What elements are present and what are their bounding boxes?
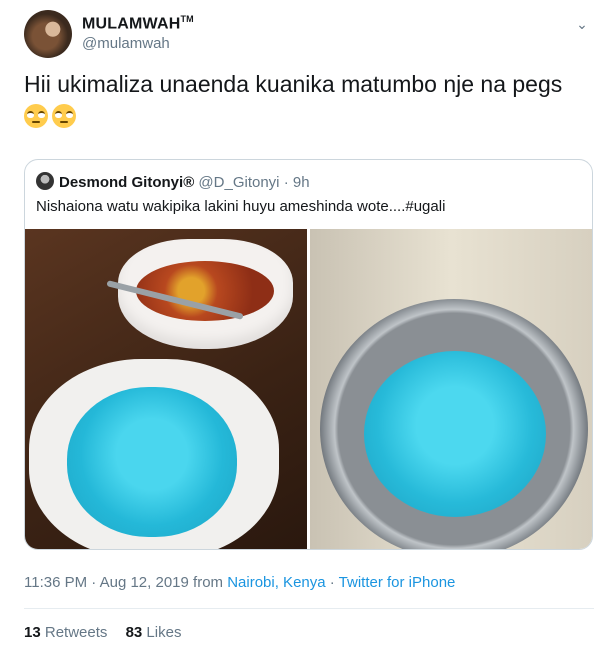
photo-blue-rice-pot[interactable] [310, 229, 592, 549]
tweet-time[interactable]: 11:36 PM [24, 574, 87, 591]
tweet-location-link[interactable]: Nairobi, Kenya [227, 574, 325, 591]
display-name-text: MULAMWAH [82, 15, 181, 33]
quoted-handle: @D_Gitonyi [198, 174, 280, 191]
likes-stat[interactable]: 83 Likes [126, 624, 182, 641]
photo-blue-rice-bowl[interactable] [25, 229, 307, 549]
meta-from: from [193, 574, 224, 591]
user-avatar[interactable] [24, 10, 72, 58]
user-handle[interactable]: @mulamwah [82, 35, 194, 52]
user-names: MULAMWAHTM @mulamwah [82, 14, 194, 52]
quoted-photos [25, 229, 592, 549]
divider [24, 608, 594, 609]
quoted-badge: ® [183, 174, 195, 191]
emoji-row [24, 100, 594, 128]
tweet-text: Hii ukimaliza unaenda kuanika matumbo nj… [24, 71, 563, 97]
likes-count: 83 [125, 624, 143, 641]
retweets-count: 13 [24, 624, 41, 641]
pot-image [320, 299, 588, 549]
quoted-time: · 9h [283, 174, 310, 191]
quoted-text: Nishaiona watu wakipika lakini huyu ames… [36, 198, 446, 215]
trademark-mark: TM [180, 14, 194, 24]
quoted-display-name: Desmond Gitonyi [59, 174, 184, 191]
quoted-tweet[interactable]: Desmond Gitonyi® @D_Gitonyi · 9h Nishaio… [24, 159, 593, 550]
meta-separator: · [329, 574, 335, 591]
tweet-meta: 11:36 PM · Aug 12, 2019 from Nairobi, Ke… [24, 574, 455, 591]
retweets-label: Retweets [44, 624, 108, 641]
chevron-down-icon[interactable]: ⌄ [572, 14, 592, 34]
tweet-date[interactable]: Aug 12, 2019 [100, 574, 189, 591]
quoted-tweet-header: Desmond Gitonyi® @D_Gitonyi · 9h [36, 172, 310, 192]
tweet-stats: 13 Retweets 83 Likes [24, 624, 181, 641]
rolling-eyes-emoji-icon [24, 103, 48, 128]
rice-bowl-image [29, 359, 279, 549]
tweet-header: MULAMWAHTM @mulamwah ⌄ [24, 10, 594, 60]
rolling-eyes-emoji-icon [52, 103, 76, 128]
tweet-source-link[interactable]: Twitter for iPhone [339, 574, 456, 591]
display-name[interactable]: MULAMWAHTM [82, 14, 194, 33]
likes-label: Likes [146, 624, 182, 641]
tweet-body: Hii ukimaliza unaenda kuanika matumbo nj… [24, 70, 594, 128]
quoted-user-avatar [36, 172, 54, 190]
meta-separator: · [91, 574, 97, 591]
retweets-stat[interactable]: 13 Retweets [24, 624, 107, 641]
